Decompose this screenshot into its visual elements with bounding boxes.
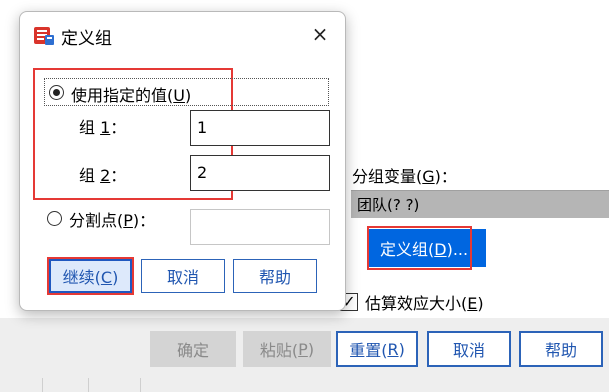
cutpoint-input[interactable] xyxy=(190,209,330,245)
app-icon xyxy=(34,27,54,45)
grouping-variable-field[interactable]: 团队(? ?) xyxy=(351,190,609,218)
dialog-title: 定义组 xyxy=(61,29,112,49)
radio-selected-icon[interactable] xyxy=(49,85,64,100)
continue-label: 继续(C) xyxy=(62,268,119,287)
group1-label: 组 1： xyxy=(79,118,127,137)
grid-divider xyxy=(88,378,89,392)
dialog-titlebar[interactable]: 定义组 × xyxy=(20,12,345,58)
paste-button[interactable]: 粘贴(P) xyxy=(243,331,331,367)
help-button[interactable]: 帮助 xyxy=(233,259,317,293)
cancel-button[interactable]: 取消 xyxy=(141,259,225,293)
define-groups-dialog: 定义组 × 使用指定的值(U) 组 1： 1 组 2： 2 分割点(P)： 继续… xyxy=(19,11,346,311)
reset-button[interactable]: 重置(R) xyxy=(336,331,418,367)
grouping-variable-label: 分组变量(G)： xyxy=(352,167,457,186)
use-specified-values-label: 使用指定的值(U) xyxy=(71,86,192,105)
cancel-main-button[interactable]: 取消 xyxy=(427,331,511,367)
radio-unselected-icon[interactable] xyxy=(47,211,62,226)
estimate-effect-size-checkbox[interactable]: ✓ 估算效应大小(E) xyxy=(340,290,484,314)
help-main-button[interactable]: 帮助 xyxy=(519,331,603,367)
radio-dot-icon xyxy=(53,89,60,96)
close-icon[interactable]: × xyxy=(310,24,330,44)
define-groups-label: 定义组(D)... xyxy=(380,240,469,259)
grouping-variable-value: 团队(? ?) xyxy=(357,196,420,214)
cutpoint-option-label[interactable]: 分割点(P)： xyxy=(69,207,155,231)
use-specified-values-option[interactable]: 使用指定的值(U) xyxy=(44,78,329,106)
estimate-effect-label: 估算效应大小(E) xyxy=(365,294,484,313)
continue-button[interactable]: 继续(C) xyxy=(47,257,134,295)
grid-divider xyxy=(42,378,43,392)
define-groups-button[interactable]: 定义组(D)... xyxy=(367,226,486,270)
group1-input[interactable]: 1 xyxy=(190,110,330,146)
group2-label: 组 2： xyxy=(79,166,127,185)
group2-input[interactable]: 2 xyxy=(190,155,330,191)
grid-divider xyxy=(140,378,141,392)
ok-button[interactable]: 确定 xyxy=(150,331,236,367)
